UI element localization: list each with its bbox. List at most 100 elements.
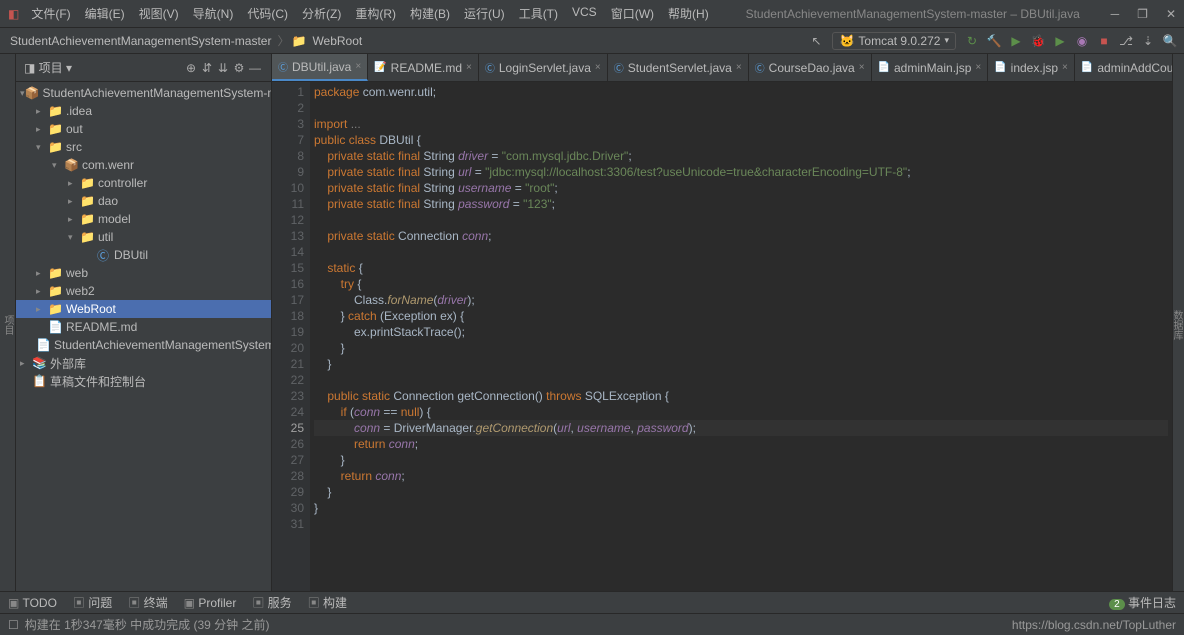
- file-icon: Ⓒ: [485, 60, 495, 75]
- right-tool-strip[interactable]: 数据库: [1172, 54, 1184, 591]
- node-icon: Ⓒ: [96, 247, 110, 264]
- node-icon: 📁: [80, 212, 94, 226]
- build-icon[interactable]: 🔨: [986, 33, 1002, 49]
- node-label: src: [66, 140, 82, 154]
- tree-node[interactable]: ▸📁web: [16, 264, 271, 282]
- tree-node[interactable]: ▸📁out: [16, 120, 271, 138]
- tree-node[interactable]: ▾📦StudentAchievementManagementSystem-mas…: [16, 84, 271, 102]
- profile-icon[interactable]: ◉: [1074, 33, 1090, 49]
- left-tool-strip[interactable]: 项目: [0, 54, 16, 591]
- bottom-tab[interactable]: ▣ 构建: [308, 594, 347, 611]
- menu-item[interactable]: 工具(T): [513, 3, 564, 24]
- minimize-icon[interactable]: ─: [1111, 7, 1120, 21]
- tree-node[interactable]: ▸📁controller: [16, 174, 271, 192]
- close-tab-icon[interactable]: ×: [975, 62, 981, 73]
- chevron-icon: ▸: [20, 358, 32, 369]
- menu-item[interactable]: 分析(Z): [296, 3, 347, 24]
- close-icon[interactable]: ✕: [1166, 7, 1176, 21]
- run-config-selector[interactable]: 🐱 Tomcat 9.0.272 ▾: [832, 32, 956, 50]
- chevron-icon: ▸: [68, 214, 80, 225]
- collapse-icon[interactable]: ⇊: [215, 60, 231, 76]
- editor-tab[interactable]: 📝README.md×: [368, 54, 479, 81]
- tree-node[interactable]: ▾📦com.wenr: [16, 156, 271, 174]
- bottom-tab[interactable]: ▣ 问题: [73, 594, 112, 611]
- bottom-tab[interactable]: ▣ 终端: [128, 594, 167, 611]
- editor-tab[interactable]: Ⓒ LoginServlet.java ×: [479, 54, 608, 81]
- menu-item[interactable]: 编辑(E): [79, 3, 131, 24]
- tree-node[interactable]: 📄README.md: [16, 318, 271, 336]
- code-content[interactable]: package com.wenr.util;import ...public c…: [310, 82, 1172, 591]
- event-count-badge: 2: [1109, 599, 1125, 610]
- close-tab-icon[interactable]: ×: [859, 62, 865, 73]
- sync-icon[interactable]: ↻: [964, 33, 980, 49]
- tree-node[interactable]: 📄StudentAchievementManagementSystem-mas: [16, 336, 271, 354]
- node-label: controller: [98, 176, 147, 190]
- coverage-icon[interactable]: ▶: [1052, 33, 1068, 49]
- code-editor[interactable]: 1237891011121314151617181920212223242526…: [272, 82, 1172, 591]
- tree-node[interactable]: ▸📁WebRoot: [16, 300, 271, 318]
- tree-node[interactable]: ▸📁.idea: [16, 102, 271, 120]
- tree-node[interactable]: ⒸDBUtil: [16, 246, 271, 264]
- update-icon[interactable]: ⇣: [1140, 33, 1156, 49]
- gear-icon[interactable]: ⚙: [231, 60, 247, 76]
- tree-node[interactable]: ▸📁dao: [16, 192, 271, 210]
- menu-item[interactable]: 构建(B): [404, 3, 456, 24]
- menu-item[interactable]: 窗口(W): [605, 3, 660, 24]
- bottom-tab[interactable]: ▣ 服务: [252, 594, 291, 611]
- project-tree[interactable]: ▾📦StudentAchievementManagementSystem-mas…: [16, 82, 271, 591]
- breadcrumb-folder[interactable]: WebRoot: [308, 32, 366, 50]
- editor-tab[interactable]: 📄adminMain.jsp×: [872, 54, 989, 81]
- node-icon: 📁: [80, 194, 94, 208]
- breadcrumb-project[interactable]: StudentAchievementManagementSystem-maste…: [6, 32, 275, 50]
- event-log[interactable]: 2 事件日志: [1109, 594, 1176, 611]
- back-icon[interactable]: ↖: [808, 33, 824, 49]
- menu-item[interactable]: 帮助(H): [662, 3, 715, 24]
- chevron-icon: ▸: [36, 268, 48, 279]
- menu-item[interactable]: 重构(R): [349, 3, 402, 24]
- menu-item[interactable]: 文件(F): [25, 3, 76, 24]
- hide-icon[interactable]: —: [247, 60, 263, 76]
- bottom-tab[interactable]: ▣ Profiler: [184, 596, 237, 610]
- expand-icon[interactable]: ⇵: [199, 60, 215, 76]
- debug-icon[interactable]: 🐞: [1030, 33, 1046, 49]
- close-tab-icon[interactable]: ×: [736, 62, 742, 73]
- node-icon: 📦: [25, 86, 39, 100]
- close-tab-icon[interactable]: ×: [466, 62, 472, 73]
- app-icon: ◧: [8, 7, 19, 21]
- editor-tab[interactable]: 📄adminAddCourse.jsp×: [1075, 54, 1172, 81]
- editor-tab[interactable]: ⒸDBUtil.java×: [272, 54, 368, 81]
- menu-item[interactable]: 代码(C): [241, 3, 294, 24]
- editor-tab[interactable]: ⒸCourseDao.java×: [749, 54, 872, 81]
- node-label: WebRoot: [66, 302, 116, 316]
- menu-item[interactable]: 导航(N): [187, 3, 240, 24]
- line-gutter: 1237891011121314151617181920212223242526…: [272, 82, 310, 591]
- menu-item[interactable]: 视图(V): [133, 3, 185, 24]
- search-icon[interactable]: 🔍: [1162, 33, 1178, 49]
- target-icon[interactable]: ⊕: [183, 60, 199, 76]
- vcs-icon[interactable]: ⎇: [1118, 33, 1134, 49]
- menu-item[interactable]: 运行(U): [458, 3, 511, 24]
- editor-tab[interactable]: 📄index.jsp×: [988, 54, 1075, 81]
- close-tab-icon[interactable]: ×: [1062, 62, 1068, 73]
- tab-label: StudentServlet.java: [628, 61, 732, 75]
- tree-node[interactable]: ▸📚外部库: [16, 354, 271, 372]
- editor-tab[interactable]: Ⓒ StudentServlet.java ×: [608, 54, 749, 81]
- run-icon[interactable]: ▶: [1008, 33, 1024, 49]
- tree-node[interactable]: ▾📁util: [16, 228, 271, 246]
- file-icon: Ⓒ: [614, 60, 624, 75]
- tree-node[interactable]: ▸📁web2: [16, 282, 271, 300]
- menu-item[interactable]: VCS: [566, 3, 603, 24]
- stop-icon[interactable]: ■: [1096, 33, 1112, 49]
- bottom-tab[interactable]: ▣ TODO: [8, 596, 57, 610]
- close-tab-icon[interactable]: ×: [355, 61, 361, 72]
- tab-label: LoginServlet.java: [499, 61, 591, 75]
- maximize-icon[interactable]: ❐: [1137, 7, 1148, 21]
- tree-node[interactable]: 📋草稿文件和控制台: [16, 372, 271, 390]
- close-tab-icon[interactable]: ×: [595, 62, 601, 73]
- tree-node[interactable]: ▾📁src: [16, 138, 271, 156]
- menu-bar: 文件(F)编辑(E)视图(V)导航(N)代码(C)分析(Z)重构(R)构建(B)…: [25, 3, 714, 24]
- tree-node[interactable]: ▸📁model: [16, 210, 271, 228]
- file-icon: 📄: [878, 62, 890, 73]
- window-controls: ─ ❐ ✕: [1111, 7, 1176, 21]
- file-icon: Ⓒ: [755, 60, 765, 75]
